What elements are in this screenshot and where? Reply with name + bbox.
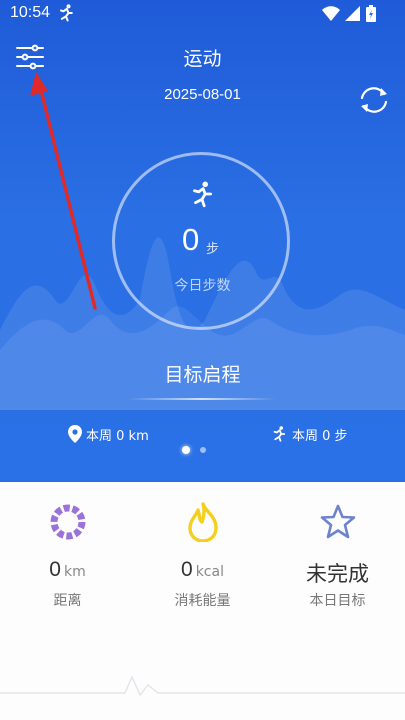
weekly-distance: 本周 0 km: [68, 424, 149, 444]
wifi-icon: [322, 6, 340, 21]
goal-title[interactable]: 目标启程: [0, 360, 405, 387]
running-icon: [193, 181, 213, 208]
flame-icon: [135, 500, 270, 544]
steps-label: 今日步数: [174, 278, 231, 294]
weekly-steps: 本周 0 步: [270, 424, 348, 444]
stat-energy[interactable]: 0 kcal 消耗能量: [135, 500, 270, 610]
battery-icon: [366, 5, 376, 22]
status-time: 10:54: [10, 4, 51, 21]
page-dot-1[interactable]: [182, 446, 190, 454]
goal-status-value: 未完成: [306, 562, 369, 586]
steps-ring: [112, 152, 290, 330]
weekly-distance-text: 本周 0 km: [86, 428, 149, 444]
energy-label: 消耗能量: [174, 593, 231, 609]
page-title: 运动: [183, 48, 222, 70]
activity-line: [0, 675, 405, 697]
sync-icon[interactable]: [356, 84, 392, 116]
star-icon: [270, 500, 405, 544]
energy-unit: kcal: [195, 564, 224, 580]
date-label[interactable]: 2025-08-01: [0, 86, 405, 103]
goal-status-label: 本日目标: [309, 593, 366, 609]
distance-value: 0: [49, 558, 61, 581]
steps-unit: 步: [206, 242, 220, 257]
location-pin-icon: [68, 425, 82, 443]
stats-panel: 0 km 距离 0 kcal 消耗能量 未完成 本日目标: [0, 482, 405, 720]
weekly-steps-text: 本周 0 步: [292, 428, 348, 444]
stat-distance[interactable]: 0 km 距离: [0, 500, 135, 610]
page-dot-2[interactable]: [200, 447, 206, 453]
stat-goal[interactable]: 未完成 本日目标: [270, 500, 405, 610]
page-indicator: [182, 446, 206, 454]
distance-label: 距离: [53, 593, 82, 609]
goal-divider: [128, 398, 276, 400]
distance-ring-icon: [0, 500, 135, 544]
energy-value: 0: [181, 558, 193, 581]
running-icon: [273, 426, 286, 442]
signal-icon: [345, 6, 360, 21]
steps-value: 0: [182, 222, 200, 257]
distance-unit: km: [63, 564, 86, 580]
hero-panel: 10:54 运动 2025-08-01 0 步 今日步数 目标启程 本周 0 k…: [0, 0, 405, 482]
status-bar: 10:54: [0, 0, 405, 28]
running-icon: [60, 4, 73, 22]
